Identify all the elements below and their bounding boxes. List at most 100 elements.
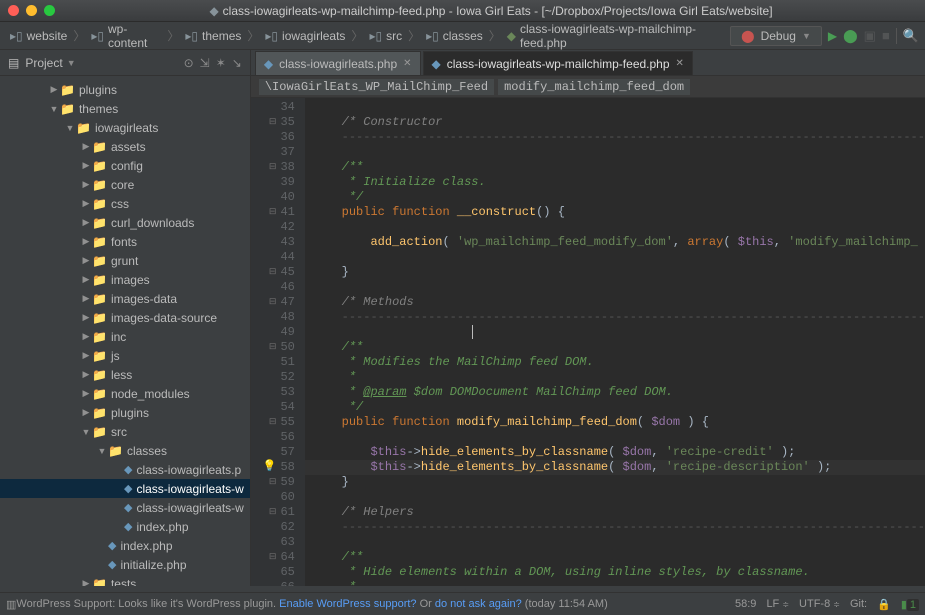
- editor-tab[interactable]: ◆class-iowagirleats-wp-mailchimp-feed.ph…: [423, 51, 693, 75]
- debug-button[interactable]: ⬤: [843, 28, 858, 44]
- fold-toggle[interactable]: ⊟: [269, 205, 277, 220]
- tree-folder[interactable]: ▶📁inc: [0, 327, 250, 346]
- tree-twisty[interactable]: ▶: [48, 84, 60, 95]
- code-line[interactable]: [313, 250, 925, 265]
- lock-icon[interactable]: 🔒: [877, 598, 891, 611]
- tree-twisty[interactable]: ▶: [80, 350, 92, 361]
- tree-folder[interactable]: ▼📁classes: [0, 441, 250, 460]
- minimize-window-button[interactable]: [26, 5, 37, 16]
- run-button[interactable]: ▶: [828, 29, 837, 43]
- breadcrumb-item[interactable]: ▸▯ themes: [181, 27, 245, 45]
- tree-twisty[interactable]: ▶: [80, 407, 92, 418]
- tree-folder[interactable]: ▶📁fonts: [0, 232, 250, 251]
- tree-file[interactable]: ◆class-iowagirleats-w: [0, 498, 250, 517]
- tool-window-toggle-icon[interactable]: ▥: [6, 598, 16, 611]
- tree-twisty[interactable]: ▶: [80, 274, 92, 285]
- tree-folder[interactable]: ▼📁src: [0, 422, 250, 441]
- tree-folder[interactable]: ▶📁js: [0, 346, 250, 365]
- code-line[interactable]: [313, 325, 925, 340]
- breadcrumb-item[interactable]: ▸▯ classes: [422, 27, 487, 45]
- tree-folder[interactable]: ▶📁images: [0, 270, 250, 289]
- code-line[interactable]: add_action( 'wp_mailchimp_feed_modify_do…: [313, 235, 925, 250]
- breadcrumb-method[interactable]: modify_mailchimp_feed_dom: [498, 79, 690, 95]
- tree-folder[interactable]: ▶📁less: [0, 365, 250, 384]
- code-line[interactable]: [313, 430, 925, 445]
- code-line[interactable]: public function __construct() {: [313, 205, 925, 220]
- tree-twisty[interactable]: ▶: [80, 293, 92, 304]
- tree-twisty[interactable]: ▶: [80, 198, 92, 209]
- code-line[interactable]: */: [313, 400, 925, 415]
- fold-toggle[interactable]: ⊟: [269, 475, 277, 490]
- tree-twisty[interactable]: ▼: [48, 104, 60, 114]
- code-line[interactable]: /* Helpers: [313, 505, 925, 520]
- file-encoding[interactable]: UTF-8 ≑: [799, 598, 840, 610]
- fold-toggle[interactable]: ⊟: [269, 415, 277, 430]
- code-line[interactable]: * Initialize class.: [313, 175, 925, 190]
- code-line[interactable]: /**: [313, 340, 925, 355]
- close-tab-button[interactable]: ✕: [403, 58, 411, 69]
- scroll-from-source-button[interactable]: ⊙: [184, 56, 194, 70]
- tree-folder[interactable]: ▼📁themes: [0, 99, 250, 118]
- tree-twisty[interactable]: ▶: [80, 179, 92, 190]
- tree-folder[interactable]: ▶📁plugins: [0, 80, 250, 99]
- tree-file[interactable]: ◆index.php: [0, 536, 250, 555]
- code-line[interactable]: [313, 280, 925, 295]
- enable-support-link[interactable]: Enable WordPress support?: [279, 598, 416, 610]
- intention-bulb-icon[interactable]: 💡: [263, 460, 277, 475]
- editor-tab[interactable]: ◆class-iowagirleats.php✕: [255, 51, 421, 75]
- tree-folder[interactable]: ▶📁grunt: [0, 251, 250, 270]
- tree-twisty[interactable]: ▶: [80, 578, 92, 586]
- code-line[interactable]: * @param $dom DOMDocument MailChimp feed…: [313, 385, 925, 400]
- tree-folder[interactable]: ▶📁images-data: [0, 289, 250, 308]
- code-line[interactable]: }: [313, 475, 925, 490]
- code-line[interactable]: *: [313, 580, 925, 586]
- tree-twisty[interactable]: ▶: [80, 331, 92, 342]
- breadcrumb-class[interactable]: \IowaGirlEats_WP_MailChimp_Feed: [259, 79, 494, 95]
- tree-file[interactable]: ◆class-iowagirleats.p: [0, 460, 250, 479]
- tree-folder[interactable]: ▶📁curl_downloads: [0, 213, 250, 232]
- git-branch[interactable]: Git:: [850, 598, 867, 610]
- collapse-all-button[interactable]: ⇲: [200, 56, 210, 70]
- caret-position[interactable]: 58:9: [735, 598, 756, 610]
- tree-folder[interactable]: ▶📁plugins: [0, 403, 250, 422]
- tree-twisty[interactable]: ▶: [80, 141, 92, 152]
- tree-folder[interactable]: ▶📁css: [0, 194, 250, 213]
- tree-folder[interactable]: ▶📁core: [0, 175, 250, 194]
- fold-toggle[interactable]: ⊟: [269, 160, 277, 175]
- tree-folder[interactable]: ▶📁assets: [0, 137, 250, 156]
- tree-twisty[interactable]: ▶: [80, 388, 92, 399]
- fold-toggle[interactable]: ⊟: [269, 115, 277, 130]
- stop-button[interactable]: ■: [882, 28, 890, 43]
- code-line[interactable]: /**: [313, 550, 925, 565]
- tree-folder[interactable]: ▶📁images-data-source: [0, 308, 250, 327]
- settings-gear-icon[interactable]: ✶: [216, 56, 226, 70]
- tree-folder[interactable]: ▶📁node_modules: [0, 384, 250, 403]
- code-line[interactable]: ----------------------------------------…: [313, 310, 925, 325]
- breadcrumb-item[interactable]: ▸▯ website: [6, 27, 71, 45]
- coverage-button[interactable]: ▣: [864, 28, 876, 44]
- notification-icon[interactable]: ▮1: [901, 598, 919, 611]
- code-line[interactable]: /* Methods: [313, 295, 925, 310]
- breadcrumb-item[interactable]: ▸▯ iowagirleats: [261, 27, 349, 45]
- code-line[interactable]: [313, 100, 925, 115]
- tree-file[interactable]: ◆initialize.php: [0, 555, 250, 574]
- code-line[interactable]: [313, 490, 925, 505]
- tree-folder[interactable]: ▶📁tests: [0, 574, 250, 586]
- fold-toggle[interactable]: ⊟: [269, 340, 277, 355]
- code-line[interactable]: ----------------------------------------…: [313, 520, 925, 535]
- tree-twisty[interactable]: ▶: [80, 217, 92, 228]
- code-line[interactable]: * Hide elements within a DOM, using inli…: [313, 565, 925, 580]
- code-line[interactable]: */: [313, 190, 925, 205]
- code-line[interactable]: [313, 535, 925, 550]
- chevron-down-icon[interactable]: ▼: [67, 58, 76, 68]
- tree-twisty[interactable]: ▼: [80, 427, 92, 437]
- code-line[interactable]: $this->hide_elements_by_classname( $dom,…: [305, 460, 925, 475]
- code-line[interactable]: ----------------------------------------…: [313, 130, 925, 145]
- code-line[interactable]: *: [313, 370, 925, 385]
- code-breadcrumb[interactable]: \IowaGirlEats_WP_MailChimp_Feedmodify_ma…: [251, 76, 925, 98]
- line-separator[interactable]: LF ≑: [766, 598, 789, 610]
- tree-twisty[interactable]: ▶: [80, 160, 92, 171]
- tree-file[interactable]: ◆class-iowagirleats-w: [0, 479, 250, 498]
- code-line[interactable]: [313, 145, 925, 160]
- search-everywhere-button[interactable]: 🔍: [903, 28, 919, 44]
